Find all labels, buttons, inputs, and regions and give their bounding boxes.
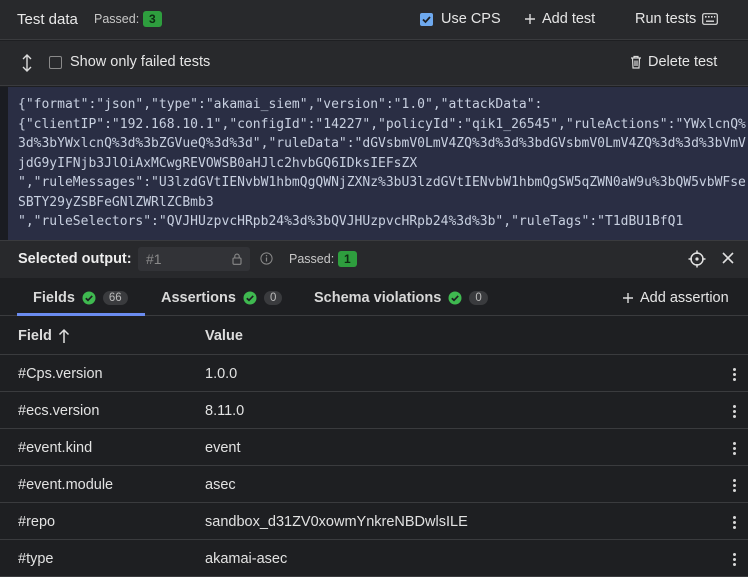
field-cell: #event.kind — [18, 440, 93, 456]
table-row[interactable]: #event.module asec — [0, 466, 748, 503]
add-test-label: Add test — [542, 11, 596, 27]
expand-collapse-icon[interactable] — [20, 53, 34, 76]
tab-fields-label: Fields — [33, 290, 75, 306]
trash-icon — [631, 55, 641, 69]
show-only-failed-label: Show only failed tests — [70, 54, 211, 70]
table-row[interactable]: #type akamai-asec — [0, 540, 748, 577]
tab-schema-violations-count: 0 — [469, 291, 488, 305]
delete-test-button[interactable]: Delete test — [630, 54, 717, 70]
field-cell: #ecs.version — [18, 403, 100, 419]
value-cell: sandbox_d31ZV0xowmYnkreNBDwlsILE — [205, 514, 468, 530]
tab-assertions-count: 0 — [263, 291, 283, 305]
add-assertion-label: Add assertion — [640, 290, 729, 306]
table-header: Field Value — [0, 317, 748, 355]
checkbox-unchecked-icon[interactable] — [49, 55, 62, 69]
output-passed-label: Passed: — [289, 252, 335, 266]
field-cell: #repo — [18, 514, 56, 530]
plus-icon — [623, 293, 633, 303]
passed-label: Passed: — [94, 12, 140, 26]
selected-output-input[interactable]: #1 — [138, 247, 250, 271]
more-options-icon[interactable] — [728, 402, 740, 420]
run-tests-button[interactable]: Run tests — [635, 11, 719, 27]
checkbox-checked-icon[interactable] — [420, 12, 433, 26]
active-tab-indicator — [17, 313, 145, 316]
lock-icon — [232, 253, 242, 265]
editor-gutter — [0, 87, 8, 240]
value-cell: event — [205, 440, 241, 456]
value-column-header: Value — [205, 328, 243, 344]
passed-count-badge: 3 — [143, 11, 162, 27]
field-cell: #type — [18, 551, 54, 567]
selected-output-placeholder: #1 — [146, 251, 162, 267]
use-cps-toggle[interactable]: Use CPS — [420, 11, 501, 27]
tab-assertions-label: Assertions — [161, 290, 236, 306]
panel-title: Test data — [17, 11, 78, 28]
sort-ascending-icon — [58, 328, 69, 343]
output-passed-badge: 1 — [338, 251, 357, 267]
value-cell: asec — [205, 477, 236, 493]
more-options-icon[interactable] — [728, 550, 740, 568]
use-cps-label: Use CPS — [441, 11, 501, 27]
value-cell: 1.0.0 — [205, 366, 238, 382]
field-cell: #event.module — [18, 477, 114, 493]
table-row[interactable]: #event.kind event — [0, 429, 748, 466]
tab-schema-violations-label: Schema violations — [314, 290, 442, 306]
more-options-icon[interactable] — [728, 513, 740, 531]
value-cell: akamai-asec — [205, 551, 288, 567]
test-data-json[interactable]: {"format":"json","type":"akamai_siem","v… — [18, 95, 746, 232]
selected-output-label: Selected output: — [18, 251, 132, 267]
delete-test-label: Delete test — [648, 54, 718, 70]
field-column-label: Field — [18, 328, 52, 344]
value-cell: 8.11.0 — [205, 403, 245, 419]
check-circle-icon — [448, 291, 462, 305]
crosshair-icon[interactable] — [688, 250, 706, 271]
more-options-icon[interactable] — [728, 365, 740, 383]
more-options-icon[interactable] — [728, 439, 740, 457]
check-circle-icon — [82, 291, 96, 305]
plus-icon — [525, 14, 535, 24]
keyboard-icon — [702, 13, 719, 25]
check-circle-icon — [243, 291, 257, 305]
more-options-icon[interactable] — [728, 476, 740, 494]
table-row[interactable]: #repo sandbox_d31ZV0xowmYnkreNBDwlsILE — [0, 503, 748, 540]
add-assertion-button[interactable]: Add assertion — [622, 290, 729, 306]
add-test-button[interactable]: Add test — [524, 11, 595, 27]
tab-schema-violations[interactable]: Schema violations 0 — [314, 290, 488, 306]
fields-table: Field Value #Cps.version 1.0.0 #ecs.vers… — [0, 317, 748, 577]
show-only-failed-toggle[interactable]: Show only failed tests — [49, 54, 210, 70]
field-cell: #Cps.version — [18, 366, 103, 382]
tab-assertions[interactable]: Assertions 0 — [161, 290, 283, 306]
test-data-editor[interactable]: {"format":"json","type":"akamai_siem","v… — [0, 87, 748, 240]
info-icon[interactable] — [260, 252, 273, 268]
field-column-header[interactable]: Field — [18, 328, 70, 344]
table-row[interactable]: #ecs.version 8.11.0 — [0, 392, 748, 429]
run-tests-label: Run tests — [635, 11, 697, 27]
tab-fields-count: 66 — [102, 291, 128, 305]
close-icon[interactable] — [721, 251, 735, 268]
tab-fields[interactable]: Fields 66 — [33, 290, 128, 306]
table-row[interactable]: #Cps.version 1.0.0 — [0, 355, 748, 392]
